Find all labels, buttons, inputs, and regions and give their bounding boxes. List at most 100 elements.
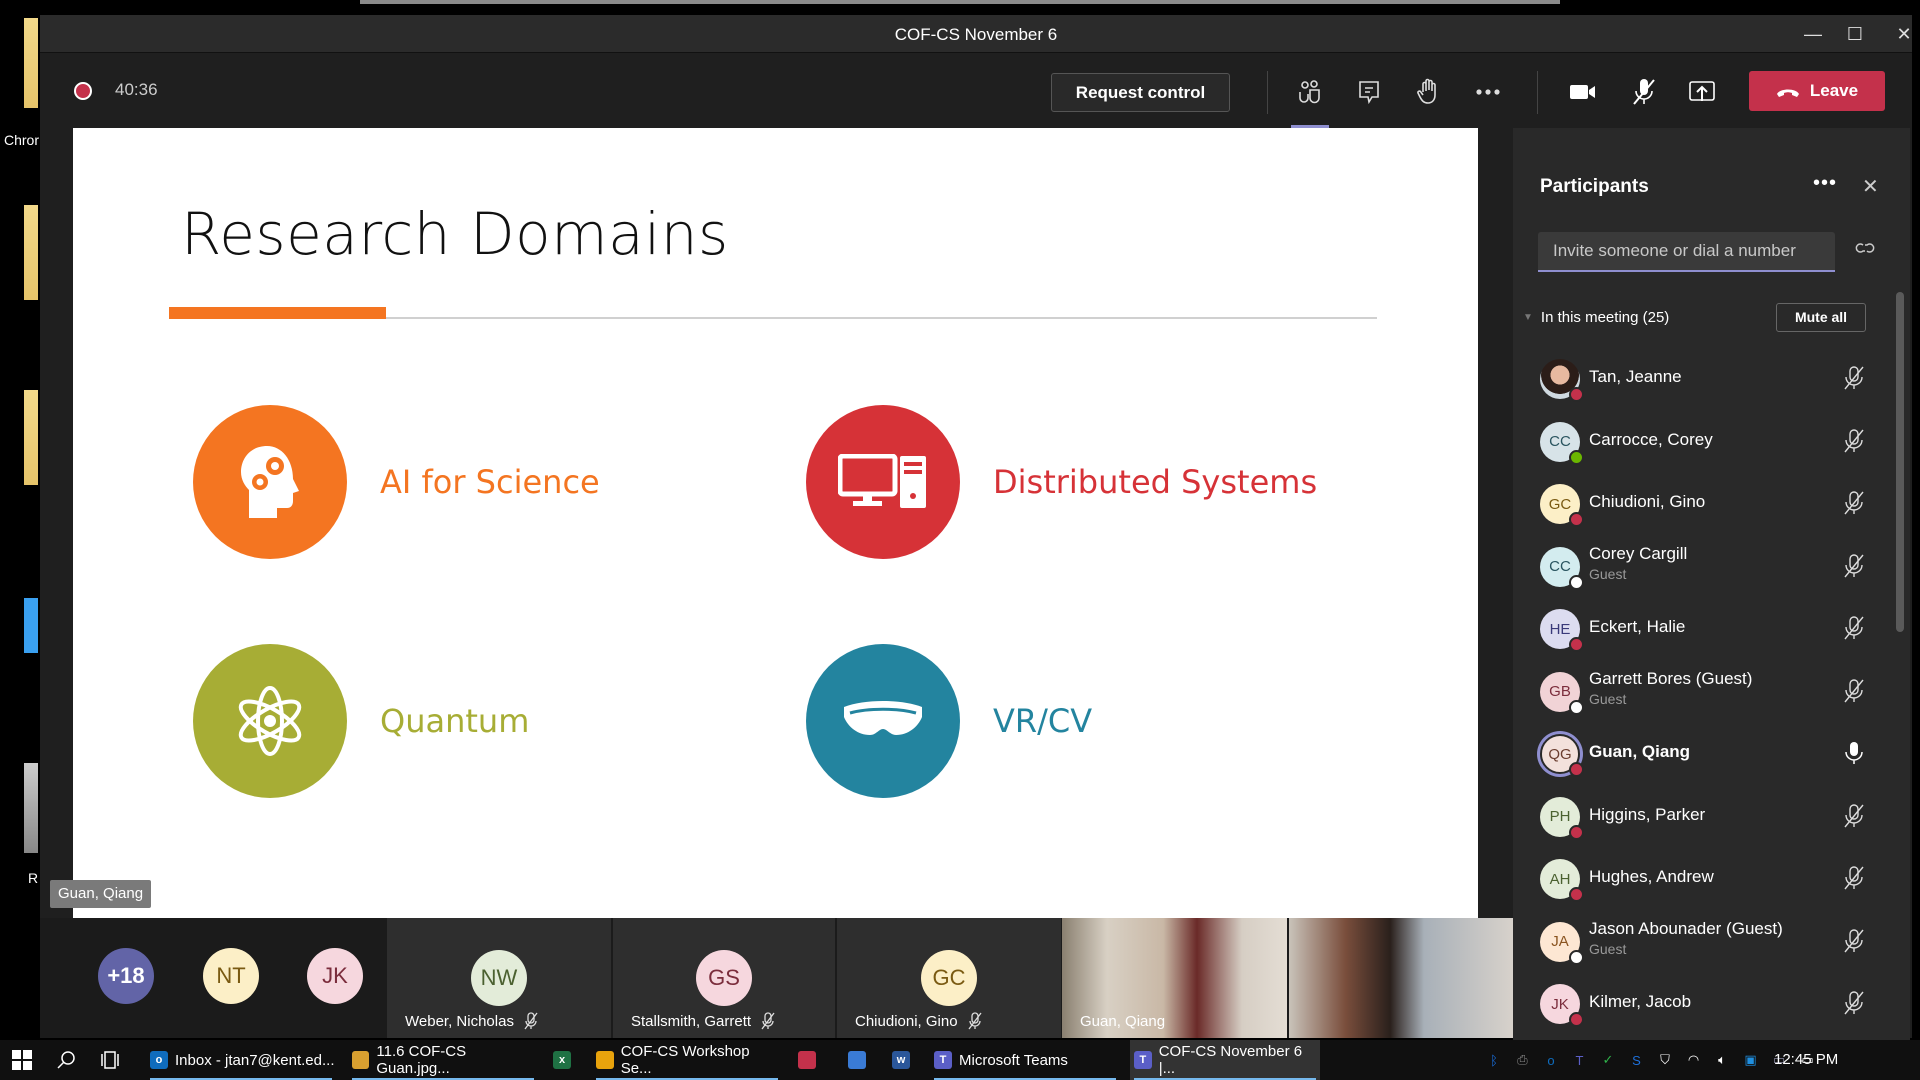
close-panel-button[interactable]: ✕ — [1862, 174, 1879, 199]
taskbar-app-label: COF-CS November 6 |... — [1158, 1043, 1303, 1077]
participant-row[interactable]: AH Hughes, Andrew — [1513, 848, 1893, 910]
taskbar-app-chrome[interactable]: COF-CS Workshop Se... — [592, 1040, 782, 1080]
search-icon — [57, 1051, 75, 1069]
atom-icon — [193, 644, 347, 798]
mic-off-icon[interactable] — [1843, 991, 1865, 1020]
taskbar-app-security-app[interactable] — [794, 1040, 830, 1080]
defender-check-icon[interactable]: ✓ — [1599, 1051, 1617, 1069]
mic-off-icon[interactable] — [1843, 428, 1865, 458]
participant-row[interactable]: JA Jason Abounader (Guest) Guest — [1513, 911, 1893, 973]
mic-off-icon — [968, 1012, 982, 1030]
task-view-button[interactable] — [99, 1040, 121, 1080]
mic-off-icon[interactable] — [1843, 491, 1865, 520]
printer-icon[interactable]: ⎙ — [1514, 1051, 1532, 1069]
mic-off-icon[interactable] — [1627, 75, 1661, 109]
outlook-tray-icon[interactable]: o — [1542, 1051, 1560, 1069]
mic-off-icon[interactable] — [1843, 803, 1865, 833]
presenter-name-tag: Guan, Qiang — [50, 880, 152, 908]
camera-icon[interactable] — [1566, 75, 1600, 109]
mic-on-icon[interactable] — [1843, 741, 1865, 770]
mic-off-icon — [524, 1012, 538, 1030]
teams-tray-icon[interactable]: T — [1571, 1051, 1589, 1069]
taskbar-app-remote-desktop[interactable] — [844, 1040, 880, 1080]
taskbar-app-word[interactable]: w — [888, 1040, 924, 1080]
teams-icon: T — [934, 1051, 952, 1069]
domain-label: AI for Science — [380, 463, 600, 501]
participant-row[interactable]: JK Kilmer, Jacob — [1513, 973, 1893, 1035]
participants-icon[interactable] — [1293, 75, 1327, 109]
leave-button[interactable]: Leave — [1749, 71, 1885, 111]
domain-vr-cv: VR/CV — [806, 644, 1092, 798]
search-button[interactable] — [56, 1040, 76, 1080]
sophos-icon[interactable]: S — [1628, 1051, 1646, 1069]
in-meeting-section-header[interactable]: ▼ In this meeting (25) — [1523, 309, 1669, 326]
slide-accent-bar — [169, 307, 386, 319]
start-button[interactable] — [12, 1040, 32, 1080]
video-feed-guan-qiang[interactable]: Guan, Qiang — [1062, 918, 1287, 1038]
folder-icon[interactable] — [24, 205, 38, 300]
participant-avatar[interactable]: JK — [307, 948, 363, 1004]
invite-input[interactable] — [1538, 232, 1835, 272]
participant-row[interactable]: HE Eckert, Halie — [1513, 598, 1893, 660]
participant-tile[interactable]: NW Weber, Nicholas — [387, 918, 611, 1038]
folder-icon[interactable] — [24, 390, 38, 485]
participant-role: Guest — [1589, 940, 1627, 957]
share-screen-icon[interactable] — [1685, 75, 1719, 109]
request-control-button[interactable]: Request control — [1051, 73, 1230, 112]
domain-ai-for-science: AI for Science — [193, 405, 600, 559]
folder-icon[interactable] — [24, 18, 38, 108]
participant-row[interactable]: PH Higgins, Parker — [1513, 786, 1893, 848]
presence-status-icon — [1569, 949, 1584, 965]
share-invite-link-icon[interactable] — [1855, 240, 1875, 261]
participant-tile[interactable]: GS Stallsmith, Garrett — [613, 918, 835, 1038]
bluetooth-icon[interactable]: ᛒ — [1485, 1051, 1503, 1069]
mic-off-icon[interactable] — [1843, 678, 1865, 708]
taskbar-app-label: COF-CS Workshop Se... — [620, 1043, 750, 1077]
more-options-icon[interactable] — [1471, 75, 1505, 109]
taskbar-app-paint[interactable]: 11.6 COF-CS Guan.jpg... — [348, 1040, 538, 1080]
shield-icon[interactable]: ⛉ — [1656, 1051, 1674, 1069]
participants-scrollbar[interactable] — [1896, 292, 1904, 632]
raise-hand-icon[interactable] — [1411, 75, 1445, 109]
mic-off-icon[interactable] — [1843, 553, 1865, 583]
participants-more-button[interactable]: ••• — [1813, 172, 1837, 195]
desktop-icon-label: R — [28, 870, 39, 886]
participant-row[interactable]: QG Guan, Qiang — [1513, 723, 1893, 785]
maximize-button[interactable]: ☐ — [1835, 21, 1875, 47]
taskbar-app-teams[interactable]: T COF-CS November 6 |... — [1130, 1040, 1320, 1080]
computer-icon[interactable] — [24, 598, 38, 653]
participant-row[interactable]: Tan, Jeanne — [1513, 348, 1893, 410]
participant-row[interactable]: GB Garrett Bores (Guest) Guest — [1513, 661, 1893, 723]
taskbar-app-excel[interactable]: x — [549, 1040, 585, 1080]
network-app-icon[interactable]: ▣ — [1742, 1051, 1760, 1069]
domain-label: Distributed Systems — [993, 463, 1318, 501]
participant-row[interactable]: CC Corey Cargill Guest — [1513, 536, 1893, 598]
presence-status-icon — [1569, 637, 1584, 652]
slide-title: Research Domains — [181, 200, 729, 268]
title-bar: COF-CS November 6 — ☐ ✕ — [40, 15, 1912, 53]
participant-tile[interactable]: GC Chiudioni, Gino — [837, 918, 1061, 1038]
close-window-button[interactable]: ✕ — [1884, 21, 1920, 47]
participant-row[interactable]: CC Carrocce, Corey — [1513, 411, 1893, 473]
participant-row[interactable]: GC Chiudioni, Gino — [1513, 473, 1893, 535]
participant-name: Corey Cargill — [1589, 543, 1688, 563]
mic-off-icon[interactable] — [1843, 928, 1865, 958]
taskbar-app-outlook[interactable]: o Inbox - jtan7@kent.ed... — [146, 1040, 336, 1080]
more-participants-button[interactable]: +18 — [98, 948, 154, 1004]
participant-name: Tan, Jeanne — [1589, 367, 1682, 386]
participant-avatar[interactable]: NT — [203, 948, 259, 1004]
volume-icon[interactable]: 🔈︎ — [1713, 1051, 1731, 1069]
taskbar-app-teams[interactable]: T Microsoft Teams — [930, 1040, 1120, 1080]
video-feed-self[interactable] — [1289, 918, 1514, 1038]
mic-off-icon[interactable] — [1843, 616, 1865, 645]
recycle-bin-icon[interactable] — [24, 763, 38, 853]
clock[interactable]: 12:45 PM — [1774, 1051, 1838, 1068]
mic-off-icon[interactable] — [1843, 866, 1865, 895]
section-label: In this meeting (25) — [1540, 309, 1670, 326]
mute-all-button[interactable]: Mute all — [1776, 303, 1866, 332]
wifi-icon[interactable]: ◠ — [1685, 1051, 1703, 1069]
chat-icon[interactable] — [1352, 75, 1386, 109]
mic-off-icon[interactable] — [1843, 366, 1865, 395]
presence-status-icon — [1569, 387, 1584, 402]
minimize-button[interactable]: — — [1793, 21, 1833, 47]
